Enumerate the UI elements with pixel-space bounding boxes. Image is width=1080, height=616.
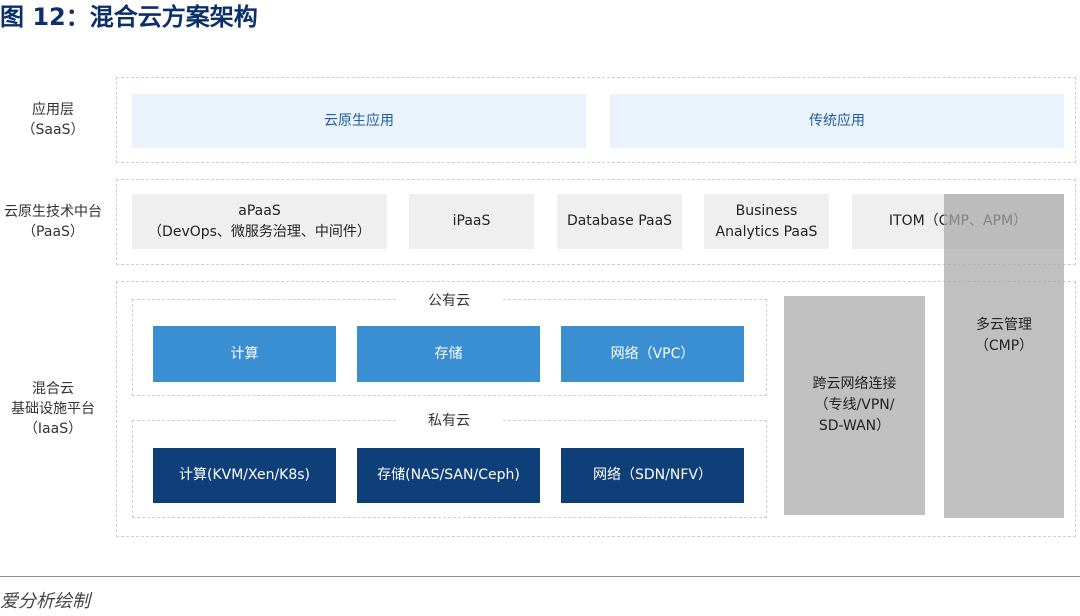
public-compute-box: 计算	[153, 326, 336, 382]
public-cloud-title: 公有云	[396, 291, 502, 311]
private-compute-box: 计算(KVM/Xen/K8s)	[153, 448, 336, 503]
cross-cloud-network-box: 跨云网络连接 （专线/VPN/ SD-WAN）	[784, 296, 925, 515]
private-cloud-title: 私有云	[396, 411, 502, 431]
public-storage-box: 存储	[357, 326, 540, 382]
iaas-layer-label: 混合云 基础设施平台 （IaaS）	[11, 381, 95, 437]
paas-layer-label: 云原生技术中台 （PaaS）	[4, 204, 102, 240]
business-analytics-paas-box: Business Analytics PaaS	[704, 194, 829, 249]
apaas-box: aPaaS （DevOps、微服务治理、中间件）	[132, 194, 387, 249]
cloud-native-apps-box: 云原生应用	[132, 94, 586, 148]
footer-divider	[0, 576, 1080, 577]
ipaas-box: iPaaS	[409, 194, 534, 249]
multi-cloud-management-box: 多云管理 （CMP）	[944, 194, 1064, 518]
public-network-box: 网络（VPC）	[561, 326, 744, 382]
saas-layer-label: 应用层 （SaaS）	[21, 102, 85, 138]
database-paas-box: Database PaaS	[557, 194, 682, 249]
private-network-box: 网络（SDN/NFV）	[561, 448, 744, 503]
source-note: 爱分析绘制	[0, 591, 90, 612]
private-storage-box: 存储(NAS/SAN/Ceph)	[357, 448, 540, 503]
traditional-apps-box: 传统应用	[610, 94, 1064, 148]
page-title: 图 12：混合云方案架构	[0, 3, 258, 31]
